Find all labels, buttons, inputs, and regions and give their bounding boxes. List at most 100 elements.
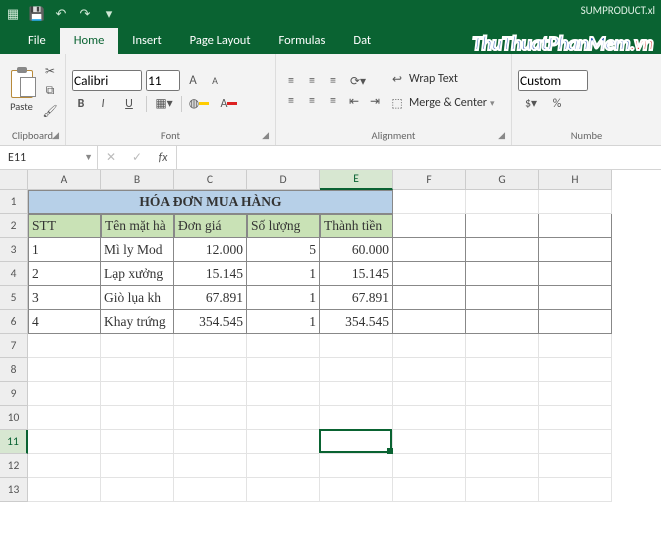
table-cell[interactable]: Lạp xưởng (101, 262, 174, 286)
tab-home[interactable]: Home (60, 28, 119, 54)
cell[interactable] (28, 382, 101, 406)
cell[interactable] (393, 286, 466, 310)
row-header-6[interactable]: 6 (0, 310, 28, 334)
cell[interactable] (320, 334, 393, 358)
table-cell[interactable]: 1 (28, 238, 101, 262)
cell[interactable] (28, 454, 101, 478)
cell[interactable] (320, 430, 393, 454)
row-header-9[interactable]: 9 (0, 382, 28, 406)
cell[interactable] (466, 262, 539, 286)
table-cell[interactable]: 2 (28, 262, 101, 286)
qat-more-icon[interactable]: ▾ (100, 5, 118, 23)
table-cell[interactable]: 354.545 (320, 310, 393, 334)
table-cell[interactable]: 60.000 (320, 238, 393, 262)
align-left-icon[interactable]: ≡ (282, 92, 300, 110)
cell[interactable] (539, 190, 612, 214)
cell[interactable] (247, 334, 320, 358)
cell[interactable] (101, 358, 174, 382)
fill-color-icon[interactable]: ◍ (186, 95, 212, 113)
col-header-F[interactable]: F (393, 170, 466, 190)
table-cell[interactable]: 1 (247, 286, 320, 310)
cell[interactable] (393, 262, 466, 286)
row-header-3[interactable]: 3 (0, 238, 28, 262)
cell[interactable] (393, 190, 466, 214)
cell[interactable] (393, 238, 466, 262)
col-header-G[interactable]: G (466, 170, 539, 190)
align-top-icon[interactable]: ≡ (282, 72, 300, 90)
col-header-A[interactable]: A (28, 170, 101, 190)
font-launcher-icon[interactable]: ◢ (262, 130, 269, 141)
cell[interactable] (393, 430, 466, 454)
row-header-1[interactable]: 1 (0, 190, 28, 214)
orientation-icon[interactable]: ⟳▾ (345, 72, 371, 90)
tab-data[interactable]: Dat (339, 28, 385, 54)
cell[interactable] (174, 454, 247, 478)
row-header-4[interactable]: 4 (0, 262, 28, 286)
table-cell[interactable]: 3 (28, 286, 101, 310)
table-header[interactable]: Thành tiền (320, 214, 393, 238)
cell[interactable] (247, 430, 320, 454)
select-all-corner[interactable] (0, 170, 28, 190)
cancel-icon[interactable]: ✕ (98, 149, 124, 167)
cell[interactable] (466, 286, 539, 310)
merge-center-button[interactable]: ⬚ Merge & Center ▾ (388, 94, 495, 112)
cell[interactable] (320, 406, 393, 430)
cell[interactable] (174, 382, 247, 406)
align-center-icon[interactable]: ≡ (303, 92, 321, 110)
cell[interactable] (539, 238, 612, 262)
cell[interactable] (28, 478, 101, 502)
align-middle-icon[interactable]: ≡ (303, 72, 321, 90)
cell[interactable] (174, 478, 247, 502)
table-cell[interactable]: 354.545 (174, 310, 247, 334)
cell[interactable] (466, 214, 539, 238)
table-header[interactable]: Số lượng (247, 214, 320, 238)
cell[interactable] (539, 262, 612, 286)
chevron-down-icon[interactable]: ▼ (84, 152, 93, 163)
cell[interactable] (393, 454, 466, 478)
table-cell[interactable]: 1 (247, 310, 320, 334)
copy-icon[interactable]: ⧉ (41, 82, 59, 100)
cell[interactable] (174, 358, 247, 382)
underline-button[interactable]: U (116, 95, 142, 113)
cell[interactable] (320, 454, 393, 478)
cell[interactable] (101, 382, 174, 406)
cell[interactable] (466, 478, 539, 502)
cell[interactable] (28, 430, 101, 454)
cell[interactable] (539, 406, 612, 430)
cell[interactable] (101, 334, 174, 358)
cell[interactable] (466, 430, 539, 454)
wrap-text-button[interactable]: ↩ Wrap Text (388, 70, 495, 88)
cell[interactable] (539, 214, 612, 238)
invoice-title[interactable]: HÓA ĐƠN MUA HÀNG (28, 190, 393, 214)
cell[interactable] (393, 214, 466, 238)
cell[interactable] (466, 310, 539, 334)
table-cell[interactable]: 1 (247, 262, 320, 286)
cell[interactable] (101, 478, 174, 502)
col-header-B[interactable]: B (101, 170, 174, 190)
table-cell[interactable]: Mì ly Mod (101, 238, 174, 262)
cell[interactable] (247, 382, 320, 406)
cell[interactable] (101, 454, 174, 478)
row-header-11[interactable]: 11 (0, 430, 28, 454)
cell[interactable] (539, 310, 612, 334)
cell[interactable] (393, 334, 466, 358)
cell[interactable] (174, 406, 247, 430)
cell[interactable] (174, 430, 247, 454)
cell[interactable] (539, 382, 612, 406)
table-cell[interactable]: 67.891 (174, 286, 247, 310)
save-icon[interactable]: 💾 (28, 5, 46, 23)
cell[interactable] (28, 406, 101, 430)
cell[interactable] (539, 454, 612, 478)
cell[interactable] (466, 454, 539, 478)
formula-input[interactable] (177, 146, 661, 169)
table-cell[interactable]: 4 (28, 310, 101, 334)
italic-button[interactable]: I (94, 95, 112, 113)
table-cell[interactable]: 12.000 (174, 238, 247, 262)
borders-icon[interactable]: ▦▾ (151, 95, 177, 113)
align-right-icon[interactable]: ≡ (324, 92, 342, 110)
cell[interactable] (393, 310, 466, 334)
tab-file[interactable]: File (14, 28, 60, 54)
cell[interactable] (320, 478, 393, 502)
col-header-E[interactable]: E (320, 170, 393, 190)
cell[interactable] (101, 430, 174, 454)
